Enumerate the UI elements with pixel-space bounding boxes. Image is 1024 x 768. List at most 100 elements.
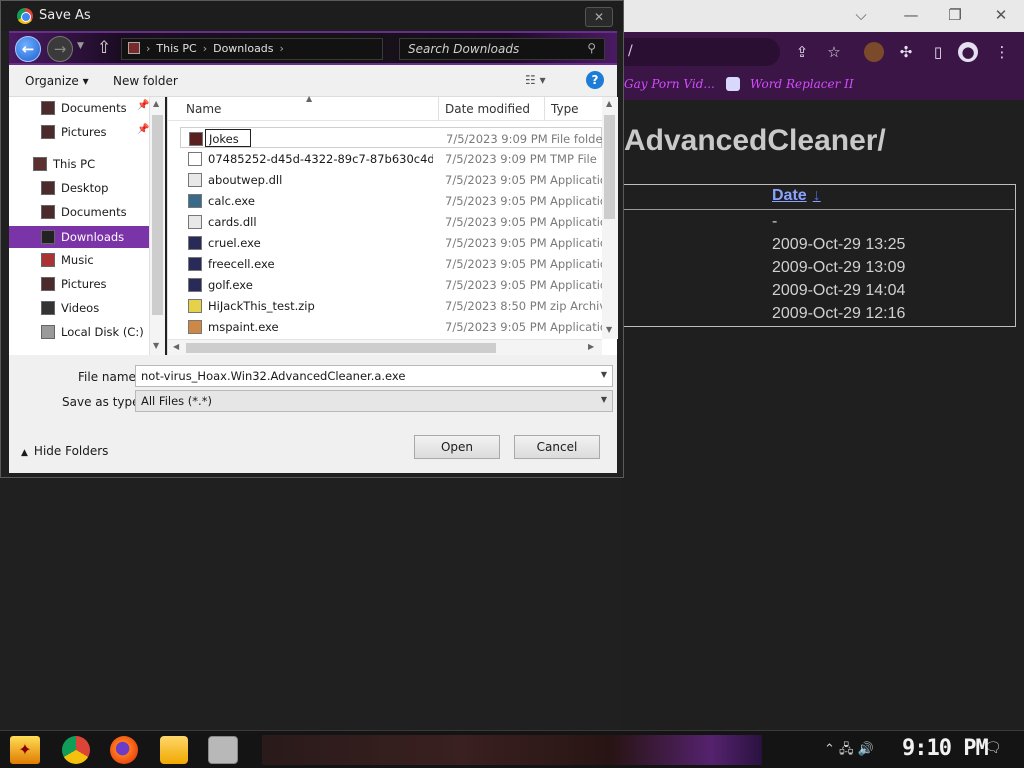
file-row[interactable]: aboutwep.dll 7/5/2023 9:05 PM Applicatio… xyxy=(180,169,602,190)
column-divider[interactable] xyxy=(438,97,439,121)
search-icon[interactable]: ⚲ xyxy=(587,41,596,55)
file-row[interactable]: mspaint.exe 7/5/2023 9:05 PM Application xyxy=(180,316,602,337)
column-header-name[interactable]: Name xyxy=(186,102,221,116)
file-row-jokes[interactable]: Jokes 7/5/2023 9:09 PM File folder xyxy=(180,127,603,148)
clock[interactable]: 9:10 PM xyxy=(902,736,989,761)
extension-avatar-icon[interactable] xyxy=(864,42,884,62)
date-cell: 2009-Oct-29 14:04 xyxy=(772,282,906,299)
dialog-titlebar[interactable]: Save As ✕ xyxy=(1,1,623,31)
new-folder-button[interactable]: New folder xyxy=(113,74,178,88)
bookmark-item[interactable]: Gay Porn Vid... xyxy=(624,77,715,91)
file-row[interactable]: golf.exe 7/5/2023 9:05 PM Application xyxy=(180,274,602,295)
help-icon[interactable]: ? xyxy=(586,71,604,89)
chevron-down-icon[interactable]: ▼ xyxy=(601,395,607,404)
search-input[interactable]: Search Downloads ⚲ xyxy=(399,38,605,60)
tab-search-chevron-icon[interactable]: ⌵ xyxy=(846,4,876,26)
address-bar[interactable]: / xyxy=(620,38,780,66)
disk-icon xyxy=(41,325,55,339)
close-dialog-button[interactable]: ✕ xyxy=(585,7,613,27)
nav-item-downloads[interactable]: Downloads xyxy=(9,226,149,248)
videos-icon xyxy=(41,301,55,315)
pin-icon: 📌 xyxy=(137,124,150,135)
minimize-button[interactable]: — xyxy=(896,4,926,26)
restore-button[interactable]: ❐ xyxy=(940,4,970,26)
chrome-taskbar-icon[interactable] xyxy=(62,736,90,764)
extensions-puzzle-icon[interactable]: ✣ xyxy=(896,42,916,62)
breadcrumb-item-this-pc[interactable]: This PC xyxy=(156,42,196,55)
organize-button[interactable]: Organize ▾ xyxy=(25,74,89,88)
scroll-down-icon[interactable]: ▼ xyxy=(153,341,159,350)
menu-kebab-icon[interactable]: ⋮ xyxy=(992,42,1012,62)
file-list-horizontal-scrollbar[interactable]: ◀ ▶ xyxy=(168,339,602,355)
file-date: 7/5/2023 9:05 PM xyxy=(445,194,547,208)
nav-item-this-pc[interactable]: This PC xyxy=(9,153,149,175)
nav-item-documents[interactable]: Documents xyxy=(9,201,149,223)
up-folder-icon[interactable]: ⇧ xyxy=(97,38,111,58)
nav-item-music[interactable]: Music xyxy=(9,249,149,271)
file-list-vertical-scrollbar[interactable]: ▲ ▼ xyxy=(602,97,618,339)
save-type-label: Save as type: xyxy=(62,395,144,409)
scroll-up-icon[interactable]: ▲ xyxy=(153,99,159,108)
close-window-button[interactable]: ✕ xyxy=(986,4,1016,26)
column-header-type[interactable]: Type xyxy=(551,102,579,116)
file-row[interactable]: HiJackThis_test.zip 7/5/2023 8:50 PM zip… xyxy=(180,295,602,316)
scroll-right-icon[interactable]: ▶ xyxy=(588,342,594,351)
file-type: Application xyxy=(550,320,602,334)
active-window-taskbar-icon[interactable] xyxy=(208,736,238,764)
scroll-down-icon[interactable]: ▼ xyxy=(606,325,612,334)
nav-item-videos[interactable]: Videos xyxy=(9,297,149,319)
date-column-header[interactable]: Date ↓ xyxy=(772,187,821,205)
date-header-label[interactable]: Date xyxy=(772,187,807,204)
notification-icon[interactable]: 🗨 xyxy=(984,740,1002,756)
cancel-button[interactable]: Cancel xyxy=(514,435,600,459)
system-tray-icons[interactable]: ⌃ 🖧 🔊 xyxy=(824,740,874,762)
hide-folders-toggle[interactable]: ▲ Hide Folders xyxy=(21,444,108,458)
file-row[interactable]: calc.exe 7/5/2023 9:05 PM Application xyxy=(180,190,602,211)
share-icon[interactable]: ⇪ xyxy=(792,42,812,62)
scroll-thumb[interactable] xyxy=(604,115,615,219)
view-options-icon[interactable]: ☷ ▾ xyxy=(525,73,546,87)
scroll-thumb[interactable] xyxy=(186,343,496,353)
nav-item-desktop[interactable]: Desktop xyxy=(9,177,149,199)
nav-item-documents-pinned[interactable]: Documents 📌 xyxy=(9,97,149,119)
recent-locations-dropdown-icon[interactable]: ▼ xyxy=(77,41,84,51)
nav-item-label: Pictures xyxy=(61,125,107,139)
scroll-up-icon[interactable]: ▲ xyxy=(606,99,612,108)
file-row[interactable]: cruel.exe 7/5/2023 9:05 PM Application xyxy=(180,232,602,253)
back-arrow-icon[interactable]: ← xyxy=(15,36,41,62)
breadcrumb[interactable]: › This PC › Downloads › xyxy=(121,38,383,60)
header-divider xyxy=(620,209,1014,210)
column-divider[interactable] xyxy=(544,97,545,121)
navigation-pane: Documents 📌 Pictures 📌 This PC Desktop D… xyxy=(9,97,165,355)
documents-icon xyxy=(41,205,55,219)
file-type: Application xyxy=(550,215,602,229)
file-row[interactable]: freecell.exe 7/5/2023 9:05 PM Applicatio… xyxy=(180,253,602,274)
open-button[interactable]: Open xyxy=(414,435,500,459)
command-bar: Organize ▾ New folder ☷ ▾ ? xyxy=(9,65,617,97)
start-button[interactable]: ✦ xyxy=(10,736,40,764)
nav-item-local-disk[interactable]: Local Disk (C:) xyxy=(9,321,149,343)
chevron-down-icon[interactable]: ▼ xyxy=(601,370,607,379)
bookmark-star-icon[interactable]: ☆ xyxy=(824,42,844,62)
bookmark-item[interactable]: Word Replacer II xyxy=(750,77,854,91)
file-explorer-taskbar-icon[interactable] xyxy=(160,736,188,764)
file-row[interactable]: cards.dll 7/5/2023 9:05 PM Application xyxy=(180,211,602,232)
forward-arrow-icon[interactable]: → xyxy=(47,36,73,62)
file-name: HiJackThis_test.zip xyxy=(208,299,315,313)
scroll-thumb[interactable] xyxy=(152,115,163,315)
scroll-left-icon[interactable]: ◀ xyxy=(173,342,179,351)
side-panel-icon[interactable]: ▯ xyxy=(928,42,948,62)
date-cell: 2009-Oct-29 12:16 xyxy=(772,305,906,322)
nav-scrollbar[interactable]: ▲ ▼ xyxy=(149,97,165,355)
breadcrumb-item-downloads[interactable]: Downloads xyxy=(213,42,273,55)
file-date: 7/5/2023 9:05 PM xyxy=(445,257,547,271)
firefox-taskbar-icon[interactable] xyxy=(110,736,138,764)
profile-avatar-icon[interactable]: ● xyxy=(958,42,978,62)
nav-item-label: Music xyxy=(61,253,94,267)
nav-item-pictures-pinned[interactable]: Pictures 📌 xyxy=(9,121,149,143)
nav-item-pictures[interactable]: Pictures xyxy=(9,273,149,295)
column-header-date[interactable]: Date modified xyxy=(445,102,530,116)
file-name-field[interactable]: not-virus_Hoax.Win32.AdvancedCleaner.a.e… xyxy=(135,365,613,387)
file-row[interactable]: 07485252-d45d-4322-89c7-87b630c4d899....… xyxy=(180,148,602,169)
save-type-select[interactable]: All Files (*.*) ▼ xyxy=(135,390,613,412)
